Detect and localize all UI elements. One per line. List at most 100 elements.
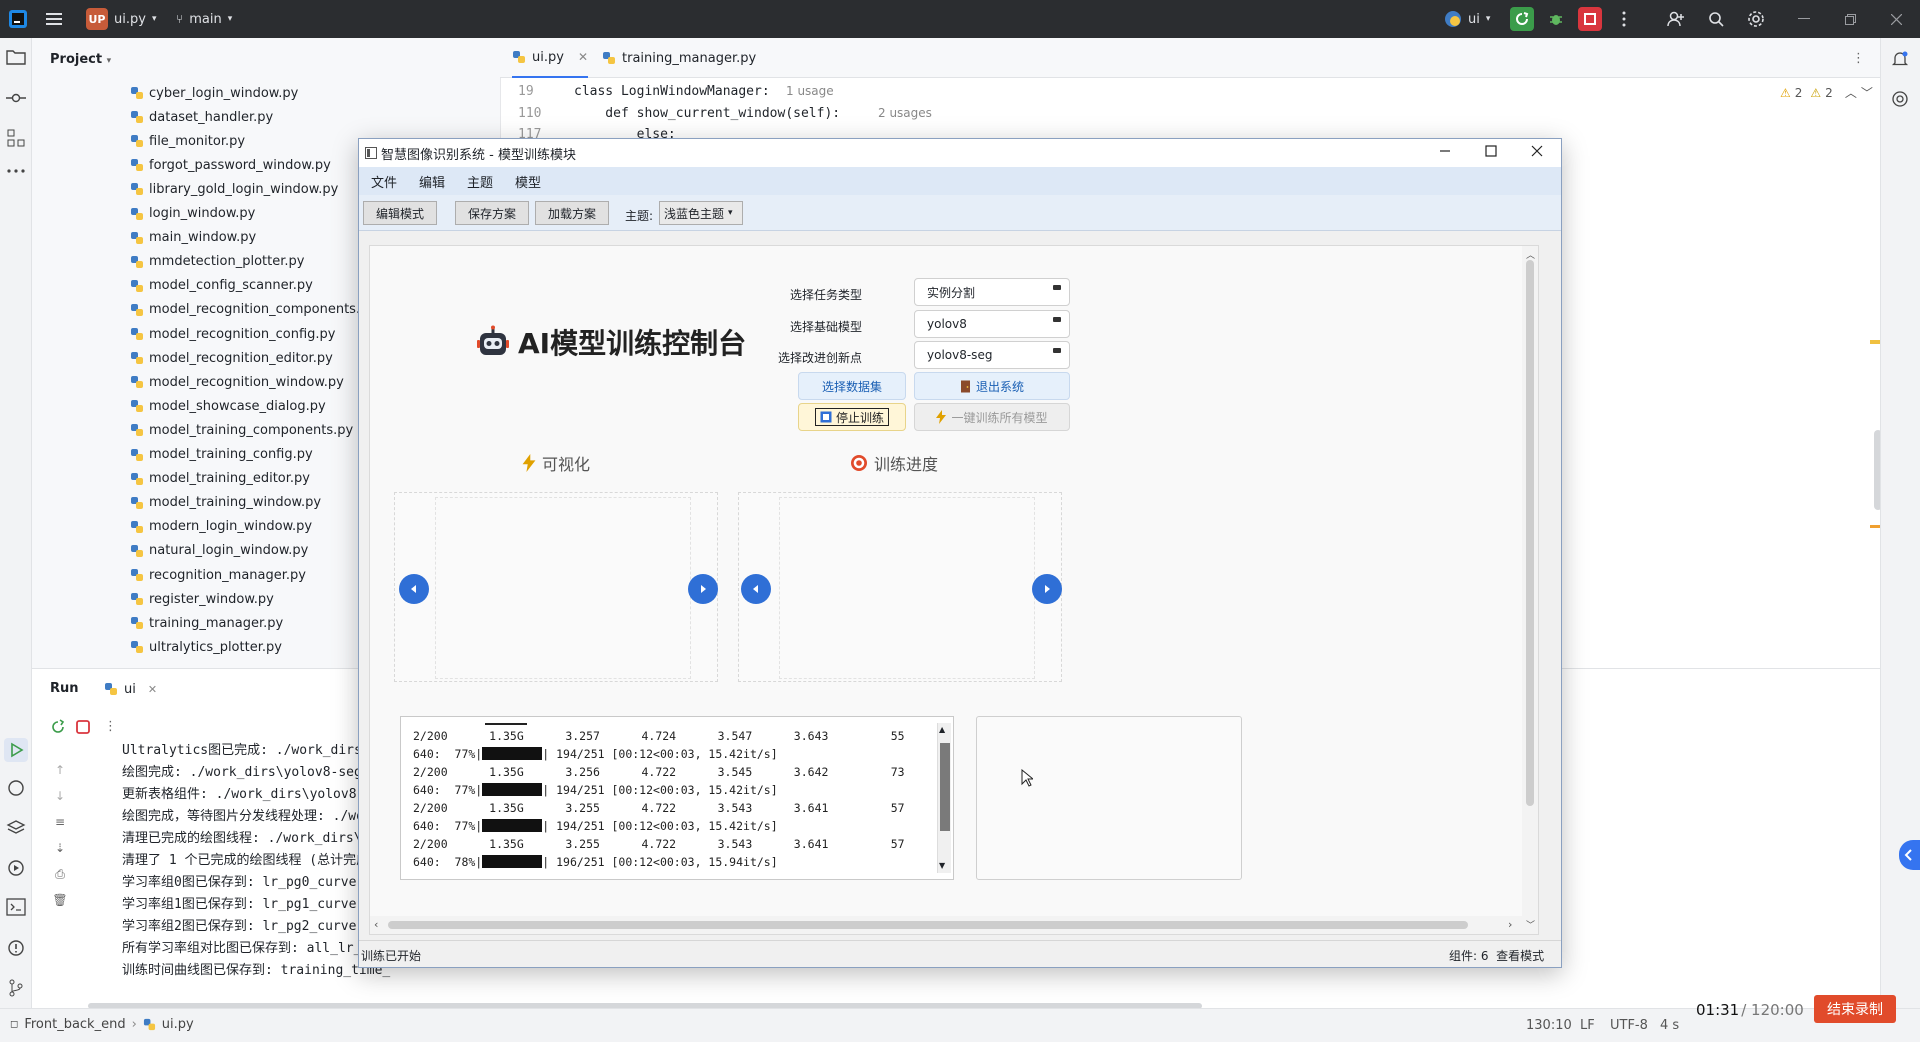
project-file-item[interactable]: model_recognition_components.py	[130, 299, 376, 321]
project-file-item[interactable]: ultralytics_plotter.py	[130, 636, 282, 658]
log-scroll-thumb[interactable]	[940, 743, 950, 831]
progress-next-button[interactable]	[1032, 574, 1062, 604]
minimize-icon[interactable]	[1792, 7, 1816, 31]
stop-icon[interactable]	[1578, 7, 1602, 31]
problems-icon[interactable]	[6, 938, 26, 958]
viz-prev-button[interactable]	[399, 574, 429, 604]
restore-icon[interactable]	[1838, 7, 1862, 31]
scroll-right-arrow-icon[interactable]: ›	[1508, 918, 1512, 931]
base-model-select[interactable]: yolov8	[914, 310, 1070, 338]
scroll-left-arrow-icon[interactable]: ‹	[374, 918, 378, 931]
project-file-item[interactable]: library_gold_login_window.py	[130, 178, 338, 200]
structure-icon[interactable]	[6, 128, 26, 148]
end-recording-button[interactable]: 结束录制	[1814, 995, 1896, 1023]
log-scrollbar[interactable]: ▲ ▼	[937, 723, 951, 873]
rerun-icon[interactable]	[50, 719, 66, 735]
breadcrumb-root[interactable]: Front_back_end	[24, 1017, 125, 1032]
project-selector[interactable]: UP ui.py ▾	[86, 0, 156, 38]
menu-edit[interactable]: 编辑	[419, 172, 445, 191]
viz-next-button[interactable]	[688, 574, 718, 604]
branch-selector[interactable]: ⑂ main ▾	[176, 0, 232, 38]
layers-icon[interactable]	[6, 818, 26, 838]
chevron-down-icon[interactable]: ﹀	[1861, 84, 1873, 101]
more-vertical-icon[interactable]: ⋮	[1852, 38, 1865, 78]
scroll-end-icon[interactable]: ⇣	[52, 835, 68, 861]
load-plan-button[interactable]: 加载方案	[535, 201, 610, 225]
project-file-item[interactable]: file_monitor.py	[130, 130, 245, 152]
soft-wrap-icon[interactable]: ≡	[52, 809, 68, 835]
project-file-item[interactable]: main_window.py	[130, 227, 256, 249]
close-tab-icon[interactable]: ✕	[148, 683, 157, 696]
project-file-item[interactable]: model_showcase_dialog.py	[130, 395, 326, 417]
search-icon[interactable]	[1704, 7, 1728, 31]
cursor-position[interactable]: 130:10	[1526, 1018, 1572, 1033]
canvas-h-thumb[interactable]	[388, 921, 1468, 929]
settings-gear-icon[interactable]	[1744, 7, 1768, 31]
inspection-widget[interactable]: ⚠ 2 ⚠ 2 ︿ ﹀	[1780, 84, 1873, 101]
breadcrumb-file[interactable]: ui.py	[162, 1017, 194, 1032]
project-file-item[interactable]: login_window.py	[130, 203, 255, 225]
save-plan-button[interactable]: 保存方案	[455, 201, 530, 225]
project-file-item[interactable]: model_recognition_config.py	[130, 323, 336, 345]
rerun-icon[interactable]	[1510, 7, 1534, 31]
canvas-v-thumb[interactable]	[1526, 260, 1534, 806]
project-file-item[interactable]: model_training_config.py	[130, 444, 313, 466]
run-config-selector[interactable]: ui ▾	[1444, 0, 1490, 38]
training-log[interactable]: 2/200 1.35G 3.257 4.724 3.547 3.643 55 64…	[400, 716, 954, 880]
more-vertical-icon[interactable]: ⋮	[104, 719, 117, 734]
project-file-item[interactable]: forgot_password_window.py	[130, 154, 331, 176]
canvas-v-scrollbar[interactable]: ︿ ﹀	[1522, 246, 1538, 934]
project-file-item[interactable]: mmdetection_plotter.py	[130, 251, 304, 273]
exit-system-button[interactable]: 退出系统	[914, 372, 1070, 400]
arrow-down-icon[interactable]: ↓	[52, 783, 68, 809]
python-console-icon[interactable]	[6, 778, 26, 798]
app-maximize-icon[interactable]	[1485, 145, 1497, 157]
main-menu-icon[interactable]	[46, 0, 62, 38]
usage-hint[interactable]: 1 usage	[786, 84, 834, 98]
scroll-down-arrow-icon[interactable]: ▼	[939, 861, 945, 870]
file-encoding[interactable]: UTF-8	[1610, 1018, 1648, 1033]
add-user-icon[interactable]	[1664, 7, 1688, 31]
ai-assistant-icon[interactable]	[1891, 90, 1909, 108]
debug-icon[interactable]	[1544, 7, 1568, 31]
menu-model[interactable]: 模型	[515, 172, 541, 191]
tab-training-manager[interactable]: training_manager.py	[602, 38, 756, 78]
menu-theme[interactable]: 主题	[467, 172, 493, 191]
project-file-item[interactable]: model_config_scanner.py	[130, 275, 313, 297]
stop-icon[interactable]	[76, 720, 90, 734]
trash-icon[interactable]: 🗑	[52, 887, 68, 913]
notifications-icon[interactable]	[1891, 50, 1909, 68]
more-vertical-icon[interactable]	[1612, 7, 1636, 31]
close-icon[interactable]	[1884, 7, 1908, 31]
progress-prev-button[interactable]	[741, 574, 771, 604]
close-tab-icon[interactable]: ✕	[578, 50, 588, 64]
commit-icon[interactable]	[6, 88, 26, 108]
arrow-up-icon[interactable]: ↑	[52, 757, 68, 783]
services-icon[interactable]	[6, 858, 26, 878]
innovation-select[interactable]: yolov8-seg	[914, 341, 1070, 369]
tab-ui-py[interactable]: ui.py ✕	[512, 38, 588, 78]
line-separator[interactable]: LF	[1580, 1018, 1595, 1033]
more-horizontal-icon[interactable]	[6, 168, 26, 188]
project-file-item[interactable]: model_training_editor.py	[130, 468, 310, 490]
run-tab[interactable]: ui ✕	[104, 677, 157, 701]
canvas-h-scrollbar[interactable]: ‹ ›	[370, 916, 1522, 934]
side-expand-button[interactable]	[1899, 840, 1920, 870]
app-close-icon[interactable]	[1531, 145, 1543, 157]
print-icon[interactable]: ⎙	[52, 861, 68, 887]
git-icon[interactable]	[6, 978, 26, 998]
project-panel-header[interactable]: Project ▾	[50, 52, 111, 67]
project-file-item[interactable]: dataset_handler.py	[130, 106, 273, 128]
project-file-item[interactable]: recognition_manager.py	[130, 564, 306, 586]
chevron-up-icon[interactable]: ︿	[1845, 84, 1857, 101]
project-file-item[interactable]: model_training_window.py	[130, 492, 321, 514]
project-file-item[interactable]: model_training_components.py	[130, 419, 353, 441]
app-minimize-icon[interactable]	[1439, 145, 1451, 157]
usage-hint[interactable]: 2 usages	[878, 106, 932, 120]
project-file-item[interactable]: modern_login_window.py	[130, 516, 312, 538]
theme-select[interactable]: 浅蓝色主题 ▾	[659, 201, 743, 225]
run-tool-icon[interactable]	[4, 738, 28, 762]
stop-training-button[interactable]: 停止训练	[798, 403, 906, 431]
project-file-item[interactable]: training_manager.py	[130, 612, 283, 634]
scroll-down-arrow-icon[interactable]: ﹀	[1526, 918, 1535, 931]
